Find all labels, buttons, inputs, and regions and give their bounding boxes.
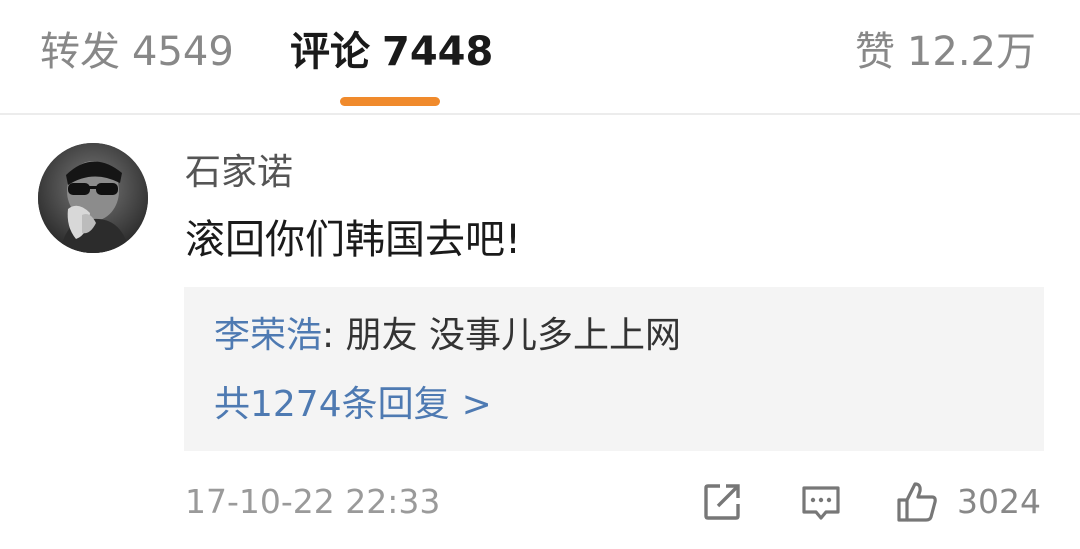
view-all-replies-label: 共1274条回复 <box>214 384 450 425</box>
comment-username[interactable]: 石家诺 <box>185 150 293 196</box>
comment-text: 滚回你们韩国去吧! <box>185 217 522 263</box>
reply-author[interactable]: 李荣浩 <box>214 315 322 356</box>
active-tab-indicator <box>340 97 440 106</box>
tab-repost-label: 转发 <box>40 29 120 75</box>
tab-comment-label: 评论 <box>290 29 370 75</box>
tab-like-count: 12.2万 <box>906 29 1036 75</box>
avatar-image <box>38 143 148 253</box>
tab-comment-count: 7448 <box>382 29 494 75</box>
tab-like-label: 赞 <box>854 29 895 75</box>
tab-repost[interactable]: 转发 4549 <box>40 26 234 78</box>
chevron-right-icon: > <box>461 384 492 425</box>
comment-icon <box>802 486 840 520</box>
comment-page: 转发 4549 评论 7448 赞 12.2万 石家诺 滚回你们韩国去吧! 李荣… <box>0 0 1080 549</box>
reply-text: 朋友 没事儿多上上网 <box>345 315 682 356</box>
reply-box[interactable]: 李荣浩: 朋友 没事儿多上上网 共1274条回复 > <box>184 287 1044 451</box>
comment-timestamp: 17-10-22 22:33 <box>185 482 441 521</box>
reply-preview: 李荣浩: 朋友 没事儿多上上网 <box>214 313 681 359</box>
view-all-replies-link[interactable]: 共1274条回复 > <box>214 382 492 428</box>
tab-comment[interactable]: 评论 7448 <box>290 26 493 78</box>
comment-button[interactable] <box>798 478 844 526</box>
share-icon <box>704 484 740 520</box>
like-button[interactable]: 3024 <box>893 478 1041 526</box>
avatar[interactable] <box>38 143 148 253</box>
share-button[interactable] <box>700 478 744 526</box>
tab-bar: 转发 4549 评论 7448 赞 12.2万 <box>0 0 1080 115</box>
tab-repost-count: 4549 <box>132 29 234 75</box>
like-count: 3024 <box>957 482 1041 521</box>
thumbs-up-icon <box>897 482 937 522</box>
tab-like[interactable]: 赞 12.2万 <box>855 26 1036 78</box>
reply-separator: : <box>322 315 335 356</box>
